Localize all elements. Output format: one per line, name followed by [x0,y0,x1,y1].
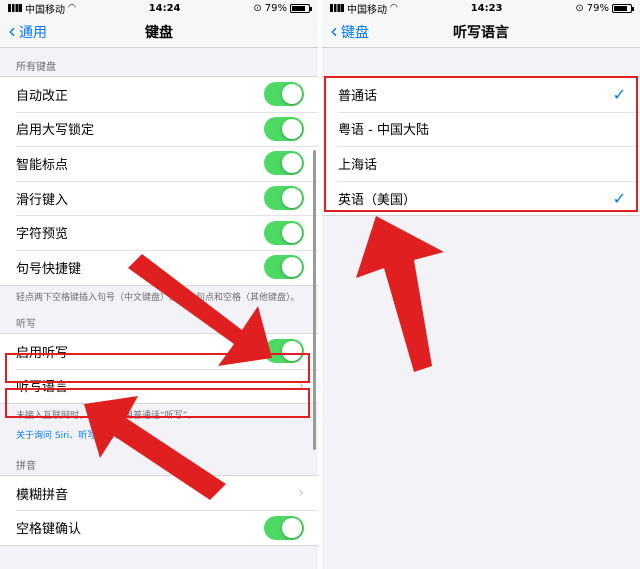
scrollbar[interactable] [313,150,316,450]
back-label: 键盘 [341,25,369,41]
row-auto-correct: 自动改正 [0,77,318,112]
row-label: 空格键确认 [16,522,82,538]
privacy-link[interactable]: 关于询问 Siri、听写与隐私… [0,424,318,441]
language-item-mandarin[interactable]: 普通话 ✓ [322,77,640,112]
back-button-general[interactable]: ‹ 通用 [8,16,47,48]
status-bar: 中国移动 ◠ 14:24 ⊙ 79% [0,0,318,16]
row-dictation-languages[interactable]: 听写语言 › [0,368,318,404]
chevron-right-icon: › [298,377,304,394]
section-header-all-keyboards: 所有键盘 [16,62,56,73]
auto-correct-toggle[interactable] [264,82,304,107]
caps-lock-toggle[interactable] [264,116,304,141]
smart-punctuation-toggle[interactable] [264,151,304,176]
row-label: 启用大写锁定 [16,123,95,139]
nav-bar: ‹ 键盘 听写语言 [322,16,640,48]
status-time: 14:23 [470,2,503,14]
checkmark-icon: ✓ [612,188,626,208]
row-caps-lock: 启用大写锁定 [0,111,318,147]
battery-icon [289,3,312,13]
nav-bar: ‹ 通用 键盘 [0,16,318,48]
dictation-languages-screen: 中国移动 ◠ 14:23 ⊙ 79% ‹ 键盘 听写语言 普通话 ✓ 粤语 - … [322,0,640,569]
signal-icon [8,4,22,12]
carrier-label: 中国移动 [347,4,387,16]
language-label: 英语（美国） [338,192,417,208]
row-space-confirm: 空格键确认 [0,510,318,545]
section-header-pinyin: 拼音 [16,460,36,472]
back-label: 通用 [19,25,47,41]
language-label: 粤语 - 中国大陆 [338,123,429,139]
wifi-icon: ◠ [390,3,398,13]
dictation-group: 启用听写 听写语言 › [0,333,318,405]
slide-to-type-toggle[interactable] [264,186,304,211]
enable-dictation-toggle[interactable] [264,339,304,364]
language-item-cantonese[interactable]: 粤语 - 中国大陆 [322,111,640,147]
orientation-lock-icon: ⊙ [575,2,584,14]
chevron-right-icon: › [298,485,304,502]
row-smart-punctuation: 智能标点 [0,146,318,181]
keyboard-settings-screen: 中国移动 ◠ 14:24 ⊙ 79% ‹ 通用 键盘 所有键盘 自动改正 启用大… [0,0,318,569]
row-label: 模糊拼音 [16,487,69,503]
back-button-keyboard[interactable]: ‹ 键盘 [330,16,369,48]
row-label: 句号快捷键 [16,261,82,277]
section-header-dictation: 听写 [16,319,36,331]
keyboard-footer-note: 轻点两下空格键插入句号（中文键盘）或插入句点和空格（其他键盘）。 [16,292,300,303]
status-time: 14:24 [148,2,181,14]
character-preview-toggle[interactable] [264,220,304,245]
battery-percent: 79% [264,2,287,14]
wifi-icon: ◠ [68,3,76,13]
back-chevron-icon: ‹ [8,19,16,43]
page-title: 键盘 [145,24,173,41]
status-bar: 中国移动 ◠ 14:23 ⊙ 79% [322,0,640,16]
row-label: 启用听写 [16,345,69,361]
language-label: 上海话 [338,157,378,173]
row-fuzzy-pinyin[interactable]: 模糊拼音 › [0,476,318,511]
page-title: 听写语言 [453,24,509,41]
row-period-shortcut: 句号快捷键 [0,249,318,285]
checkmark-icon: ✓ [612,84,626,104]
language-label: 普通话 [338,88,378,104]
row-slide-to-type: 滑行键入 [0,180,318,216]
row-label: 字符预览 [16,227,69,243]
row-label: 智能标点 [16,157,69,173]
language-item-shanghainese[interactable]: 上海话 [322,146,640,181]
orientation-lock-icon: ⊙ [253,2,262,14]
carrier-label: 中国移动 [25,4,65,16]
battery-icon [611,3,634,13]
row-label: 自动改正 [16,88,69,104]
battery-percent: 79% [586,2,609,14]
language-item-english-us[interactable]: 英语（美国） ✓ [322,180,640,216]
signal-icon [330,4,344,12]
back-chevron-icon: ‹ [330,19,338,43]
row-label: 滑行键入 [16,192,69,208]
row-character-preview: 字符预览 [0,215,318,250]
row-enable-dictation: 启用听写 [0,334,318,369]
space-confirm-toggle[interactable] [264,515,304,540]
pinyin-group: 模糊拼音 › 空格键确认 [0,474,318,546]
keyboard-options-group: 自动改正 启用大写锁定 智能标点 滑行键入 字符预览 句号快捷键 [0,76,318,286]
period-shortcut-toggle[interactable] [264,255,304,280]
language-list: 普通话 ✓ 粤语 - 中国大陆 上海话 英语（美国） ✓ [322,76,640,217]
row-label: 听写语言 [16,380,69,396]
dictation-footer-note: 未接入互联网时，听写将使用普通话“听写”。 [16,411,197,422]
